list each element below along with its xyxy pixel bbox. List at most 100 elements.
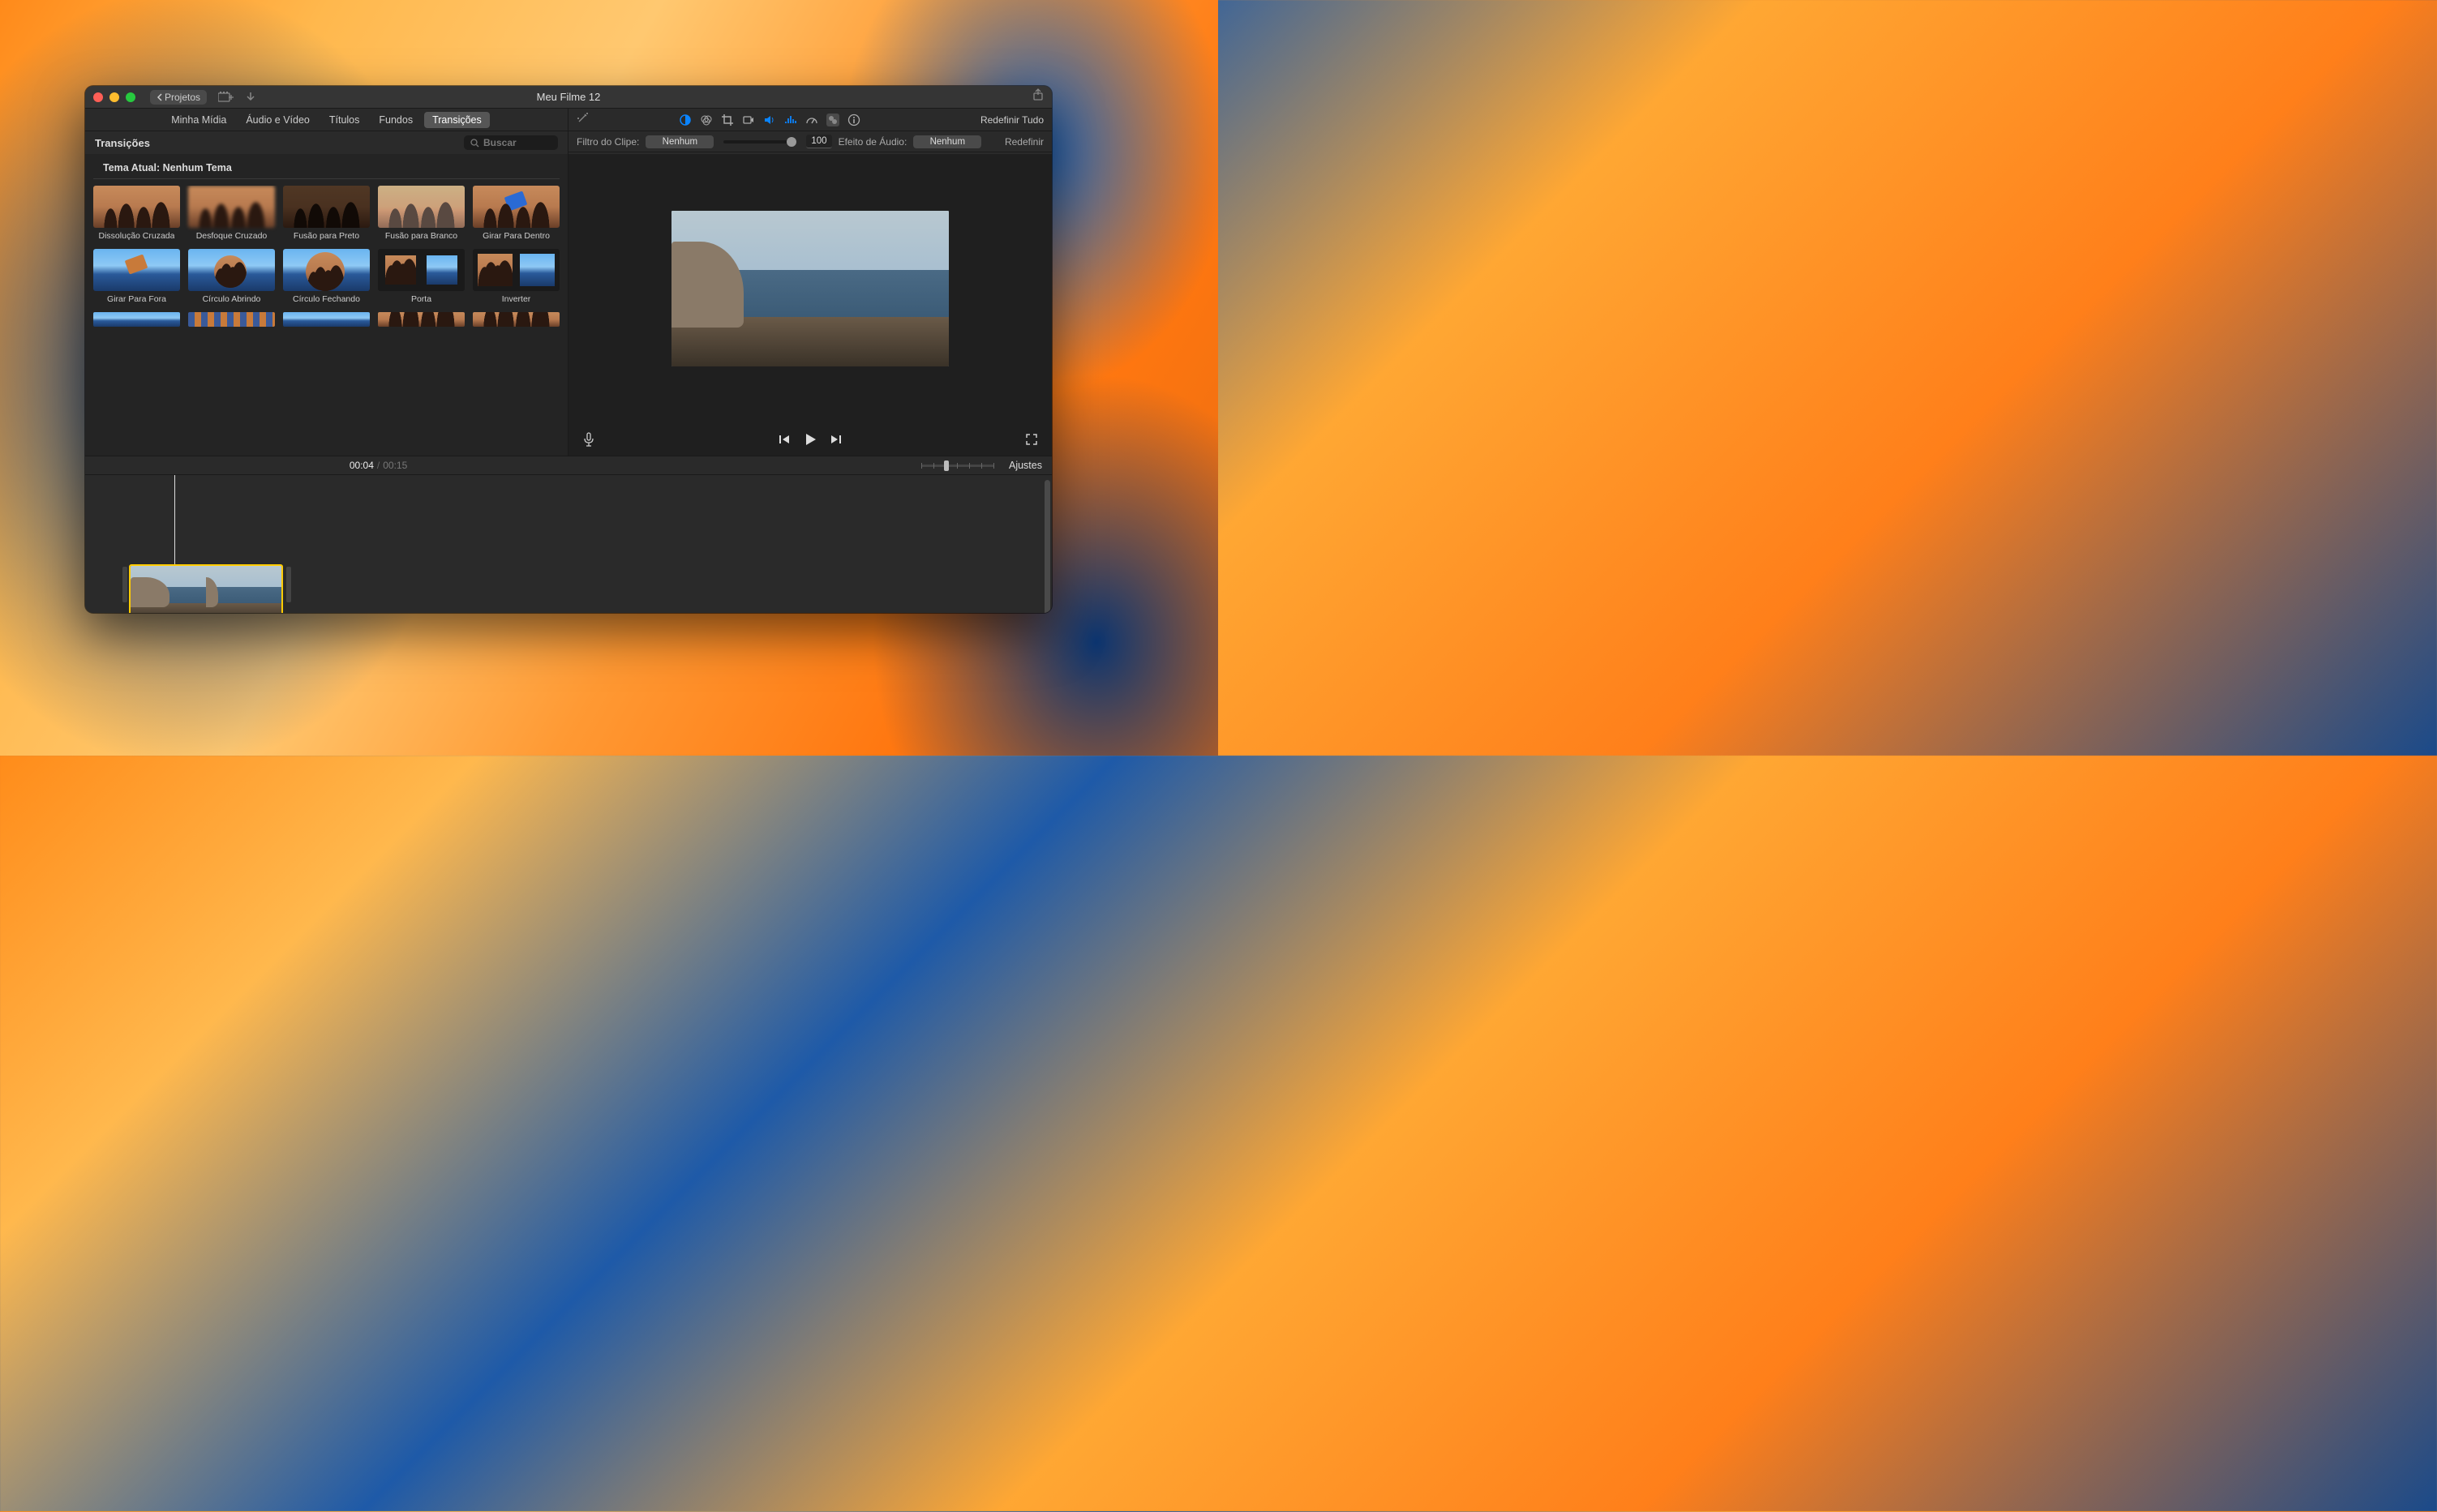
titlebar: Projetos Meu Filme 12: [85, 86, 1052, 109]
play-button[interactable]: [802, 431, 818, 448]
search-icon: [470, 139, 479, 148]
previous-button[interactable]: [778, 433, 791, 446]
timeline[interactable]: 4,9s – V...: [85, 475, 1052, 613]
tab-transitions[interactable]: Transições: [424, 112, 490, 128]
audio-effect-dropdown[interactable]: Nenhum: [913, 135, 981, 148]
transition-label: Círculo Fechando: [293, 294, 360, 304]
transition-item[interactable]: Fusão para Preto: [283, 186, 370, 241]
speed-icon[interactable]: [805, 114, 818, 126]
transition-thumb: [93, 312, 180, 327]
download-icon[interactable]: [246, 92, 255, 103]
search-input[interactable]: Buscar: [464, 135, 558, 150]
info-icon[interactable]: [847, 114, 860, 126]
noise-equalizer-icon[interactable]: [784, 114, 797, 126]
transition-item[interactable]: [473, 312, 560, 327]
inspector-icons: [679, 114, 860, 126]
tab-audio-video[interactable]: Áudio e Vídeo: [238, 112, 318, 128]
timeline-scrollbar[interactable]: [1045, 480, 1050, 613]
transitions-grid: Dissolução Cruzada Desfoque Cruzado Fusã…: [85, 186, 568, 327]
browser-panel-title: Transições: [95, 137, 150, 149]
color-correction-icon[interactable]: [700, 114, 713, 126]
zoom-slider[interactable]: [921, 465, 994, 467]
transition-item[interactable]: [188, 312, 275, 327]
import-media-icon[interactable]: [218, 92, 234, 103]
transition-item[interactable]: Inverter: [473, 249, 560, 304]
transition-thumb: [378, 186, 465, 228]
current-theme-label: Tema Atual: Nenhum Tema: [93, 154, 560, 179]
transition-item[interactable]: [283, 312, 370, 327]
transition-label: Círculo Abrindo: [203, 294, 261, 304]
media-tabs: Minha Mídia Áudio e Vídeo Títulos Fundos…: [85, 109, 568, 131]
minimize-button[interactable]: [109, 92, 119, 102]
voiceover-mic-icon[interactable]: [583, 432, 594, 447]
preview-viewer[interactable]: [568, 154, 1052, 423]
traffic-lights: [93, 92, 135, 102]
transition-item[interactable]: Desfoque Cruzado: [188, 186, 275, 241]
imovie-window: Projetos Meu Filme 12 Minha Mídia Áudio …: [85, 86, 1052, 613]
transition-thumb: [378, 312, 465, 327]
volume-icon[interactable]: [763, 114, 776, 126]
transition-thumb: [283, 249, 370, 291]
clip-trim-handle-left[interactable]: [122, 567, 127, 602]
transition-item[interactable]: [378, 312, 465, 327]
slider-thumb[interactable]: [787, 137, 796, 147]
timeline-header: 00:04 / 00:15 Ajustes: [85, 456, 1052, 475]
timeline-settings-button[interactable]: Ajustes: [1009, 460, 1042, 471]
filter-intensity-value[interactable]: 100: [806, 135, 831, 148]
clip-filter-icon[interactable]: [826, 114, 839, 126]
toolbar-row: Minha Mídia Áudio e Vídeo Títulos Fundos…: [85, 109, 1052, 131]
clip-thumbnail: [131, 566, 281, 613]
reset-all-button[interactable]: Redefinir Tudo: [980, 114, 1044, 126]
search-placeholder: Buscar: [483, 137, 517, 148]
transition-thumb: [378, 249, 465, 291]
tab-titles[interactable]: Títulos: [321, 112, 368, 128]
tab-backgrounds[interactable]: Fundos: [371, 112, 421, 128]
reset-button[interactable]: Redefinir: [1005, 136, 1044, 148]
filter-intensity-slider[interactable]: [723, 140, 796, 143]
zoom-slider-thumb[interactable]: [944, 460, 949, 471]
timecode-total: 00:15: [383, 460, 407, 471]
back-label: Projetos: [165, 92, 200, 103]
transition-item[interactable]: Fusão para Branco: [378, 186, 465, 241]
fullscreen-icon[interactable]: [1026, 434, 1037, 445]
clip-filter-label: Filtro do Clipe:: [577, 136, 639, 148]
clip-filter-bar: Filtro do Clipe: Nenhum 100 Efeito de Áu…: [568, 131, 1052, 152]
transition-thumb: [93, 249, 180, 291]
transition-item[interactable]: Círculo Fechando: [283, 249, 370, 304]
chevron-left-icon: [157, 93, 162, 101]
transition-item[interactable]: [93, 312, 180, 327]
transition-item[interactable]: Porta: [378, 249, 465, 304]
tab-my-media[interactable]: Minha Mídia: [163, 112, 234, 128]
enhance-wand-icon[interactable]: [577, 111, 590, 128]
main-split: Tema Atual: Nenhum Tema Dissolução Cruza…: [85, 154, 1052, 456]
transition-item[interactable]: Círculo Abrindo: [188, 249, 275, 304]
crop-icon[interactable]: [721, 114, 734, 126]
transition-item[interactable]: Dissolução Cruzada: [93, 186, 180, 241]
transition-thumb: [283, 312, 370, 327]
transition-label: Inverter: [502, 294, 531, 304]
stabilization-icon[interactable]: [742, 114, 755, 126]
video-clip[interactable]: [129, 564, 283, 613]
transition-item[interactable]: Girar Para Fora: [93, 249, 180, 304]
transition-thumb: [473, 186, 560, 228]
clip-trim-handle-right[interactable]: [286, 567, 291, 602]
close-button[interactable]: [93, 92, 103, 102]
window-title: Meu Filme 12: [537, 91, 601, 103]
transition-thumb: [473, 249, 560, 291]
transition-item[interactable]: Girar Para Dentro: [473, 186, 560, 241]
transition-label: Porta: [411, 294, 431, 304]
transition-thumb: [93, 186, 180, 228]
clip-filter-dropdown[interactable]: Nenhum: [646, 135, 714, 148]
back-to-projects-button[interactable]: Projetos: [150, 90, 207, 105]
transition-thumb: [188, 249, 275, 291]
preview-controls: [568, 423, 1052, 456]
transition-thumb: [473, 312, 560, 327]
zoom-button[interactable]: [126, 92, 135, 102]
inspector-toolbar: Redefinir Tudo: [568, 109, 1052, 131]
transitions-browser: Tema Atual: Nenhum Tema Dissolução Cruza…: [85, 154, 568, 456]
color-balance-icon[interactable]: [679, 114, 692, 126]
preview-frame: [671, 211, 949, 366]
next-button[interactable]: [830, 433, 843, 446]
share-button[interactable]: [1032, 88, 1044, 105]
transition-label: Fusão para Branco: [385, 231, 457, 241]
